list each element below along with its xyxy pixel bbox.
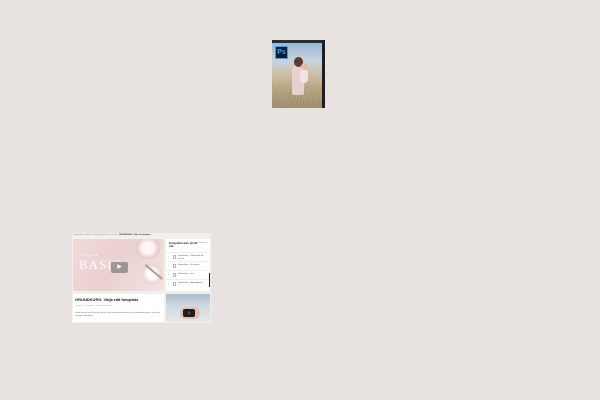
lesson-list-item[interactable]: 1 Introduktion · Välkommen till kursen	[166, 252, 210, 261]
breadcrumb-current: GRUNDKURS: Välja rätt fotoplats	[119, 234, 151, 236]
lesson-list: 1 Introduktion · Välkommen till kursen 2…	[166, 252, 210, 288]
lesson-label: Introduktion · Välkommen till kursen	[178, 255, 204, 260]
camera-photo	[166, 294, 210, 322]
lesson-number: 3	[168, 274, 170, 276]
document-icon	[173, 282, 176, 286]
document-icon	[173, 273, 176, 277]
document-icon	[173, 255, 176, 259]
lesson-count: 8 lektioner	[197, 242, 207, 244]
flower-decoration	[139, 263, 164, 285]
photoshop-thumbnail[interactable]: Ps	[272, 40, 325, 108]
play-icon: ▶	[117, 264, 122, 270]
lesson-title: GRUNDKURS: Välja rätt fotoplats	[75, 297, 139, 302]
document-icon	[173, 264, 176, 268]
child-figure	[300, 69, 308, 83]
video-player[interactable]: ONLINE BASIC ▶	[73, 239, 164, 291]
lesson-number: 2	[168, 265, 170, 267]
lesson-card: GRUNDKURS: Välja rätt fotoplats Lektion …	[73, 294, 164, 322]
lesson-description: I detta avsnitt får du lära dig hur du h…	[75, 312, 160, 317]
child-head	[301, 63, 308, 70]
sidebar-scrollbar[interactable]	[208, 273, 210, 287]
panel-edge	[322, 40, 325, 108]
course-page-preview[interactable]: Fotografikurs online › Fotografera barn …	[72, 233, 211, 323]
lens-icon	[186, 310, 192, 316]
breadcrumb: Fotografikurs online › Fotografera barn …	[73, 233, 211, 238]
lesson-number: 1	[168, 256, 170, 258]
lesson-list-item[interactable]: 4 Introduktion · Bildredigering	[166, 279, 210, 288]
play-button[interactable]: ▶	[111, 262, 128, 273]
lesson-sidebar: Fotografera barn på rätt sätt 8 lektione…	[166, 239, 210, 291]
lesson-list-item[interactable]: 2 Introduktion · Utrustning	[166, 261, 210, 270]
breadcrumb-path[interactable]: Fotografikurs online › Fotografera barn …	[73, 234, 119, 236]
sidebar-heading: Fotografera barn på rätt sätt	[169, 242, 198, 248]
flower-decoration	[133, 239, 163, 259]
lesson-label: Introduktion · Bildredigering	[178, 282, 203, 284]
lesson-list-item[interactable]: 3 Introduktion · Ljus	[166, 270, 210, 279]
photoshop-logo-icon: Ps	[275, 46, 288, 59]
lesson-label: Introduktion · Ljus	[178, 273, 194, 275]
lesson-label: Introduktion · Utrustning	[178, 264, 200, 266]
lesson-subtitle: Lektion 2 · Grundkurs · Välja rätt fotop…	[75, 305, 113, 307]
lesson-number: 4	[168, 283, 170, 285]
